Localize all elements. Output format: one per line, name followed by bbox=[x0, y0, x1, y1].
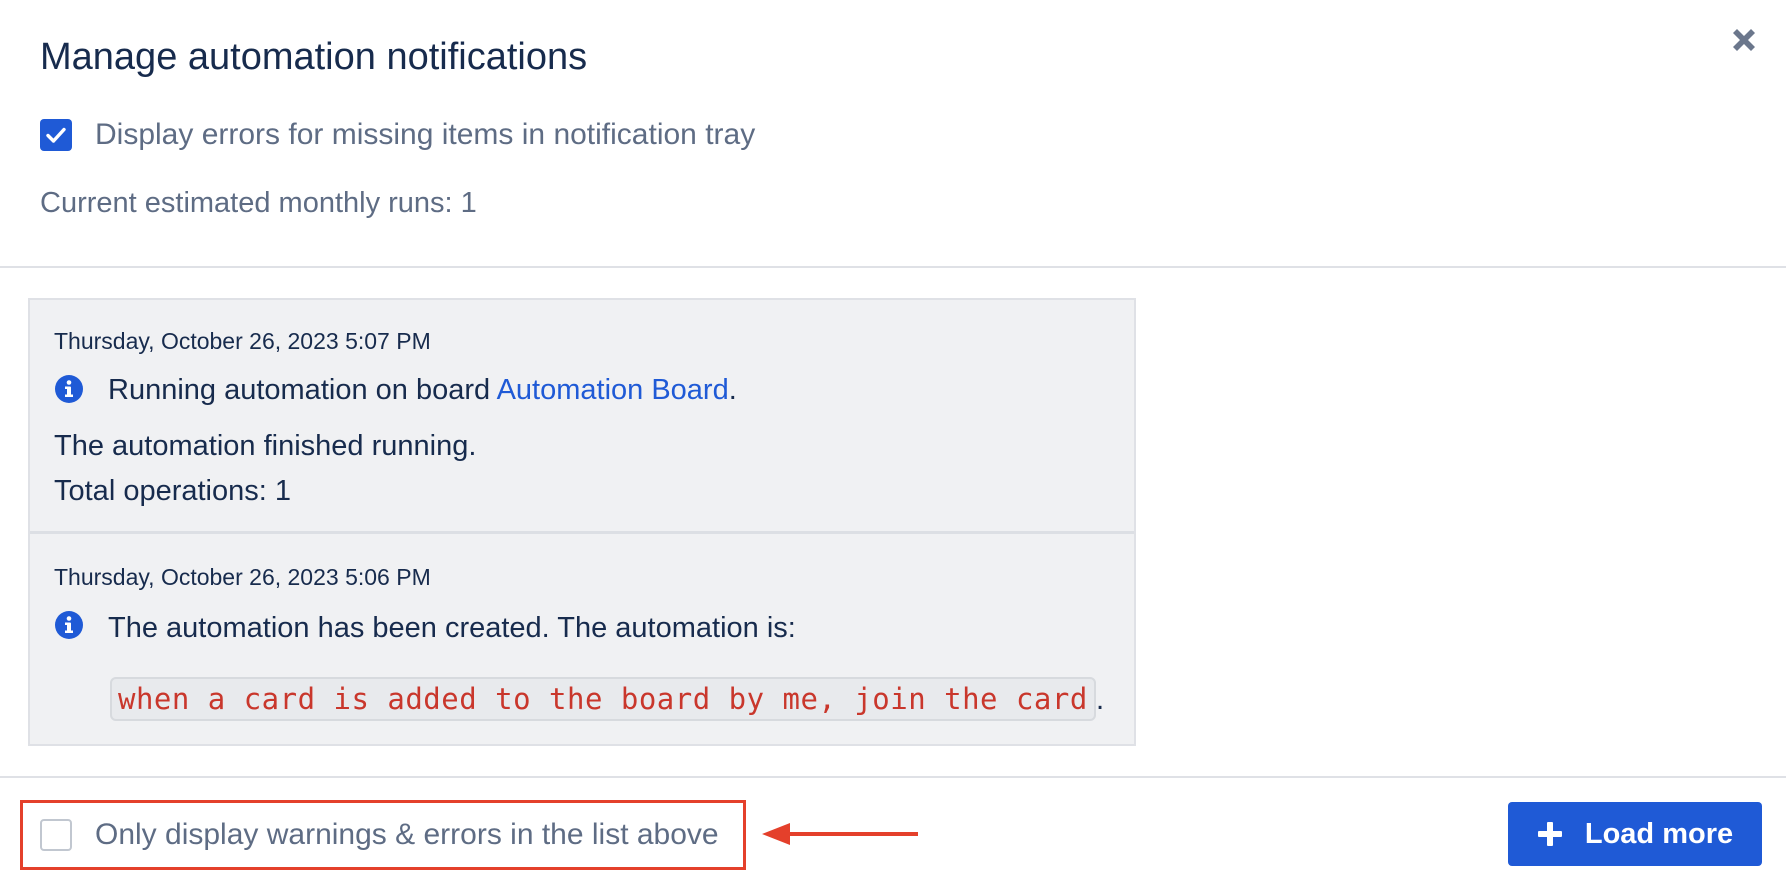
display-errors-checkbox[interactable] bbox=[40, 119, 72, 151]
load-more-button[interactable]: Load more bbox=[1508, 802, 1762, 866]
log-entry-date: Thursday, October 26, 2023 5:06 PM bbox=[54, 564, 431, 590]
log-entry-message: Running automation on board Automation B… bbox=[108, 374, 737, 407]
automation-rule: when a card is added to the board by me,… bbox=[110, 677, 1105, 721]
warnings-errors-filter[interactable]: Only display warnings & errors in the li… bbox=[40, 818, 719, 852]
arrow-annotation-icon bbox=[762, 823, 918, 845]
log-entry: Thursday, October 26, 2023 5:07 PM Runni… bbox=[30, 300, 1134, 531]
log-message-suffix: . bbox=[728, 374, 737, 406]
dialog-title: Manage automation notifications bbox=[40, 36, 588, 78]
warnings-errors-checkbox[interactable] bbox=[40, 819, 72, 851]
log-entry-detail: The automation finished running. bbox=[54, 430, 477, 462]
close-icon bbox=[1733, 29, 1755, 51]
display-errors-option[interactable]: Display errors for missing items in noti… bbox=[40, 118, 755, 152]
footer-divider bbox=[0, 776, 1786, 778]
log-entry-detail: Total operations: 1 bbox=[54, 475, 291, 507]
close-button[interactable] bbox=[1724, 20, 1764, 60]
warnings-errors-label: Only display warnings & errors in the li… bbox=[95, 818, 719, 851]
log-entry: Thursday, October 26, 2023 5:06 PM The a… bbox=[30, 531, 1134, 744]
automation-rule-code: when a card is added to the board by me,… bbox=[110, 677, 1096, 721]
automation-log-list: Thursday, October 26, 2023 5:07 PM Runni… bbox=[28, 298, 1136, 746]
load-more-label: Load more bbox=[1584, 817, 1734, 850]
checkmark-icon bbox=[46, 127, 66, 143]
plus-icon bbox=[1537, 822, 1562, 846]
log-entry-date: Thursday, October 26, 2023 5:07 PM bbox=[54, 328, 431, 354]
automation-board-link[interactable]: Automation Board bbox=[497, 374, 729, 406]
display-errors-label: Display errors for missing items in noti… bbox=[95, 118, 756, 151]
automation-rule-suffix: . bbox=[1095, 683, 1105, 716]
log-message-prefix: Running automation on board bbox=[108, 374, 497, 406]
dialog-header: Manage automation notifications Display … bbox=[0, 0, 1786, 268]
info-icon bbox=[55, 375, 83, 403]
info-icon bbox=[55, 611, 83, 639]
log-entry-message: The automation has been created. The aut… bbox=[108, 612, 796, 644]
monthly-runs-text: Current estimated monthly runs: 1 bbox=[40, 187, 477, 219]
